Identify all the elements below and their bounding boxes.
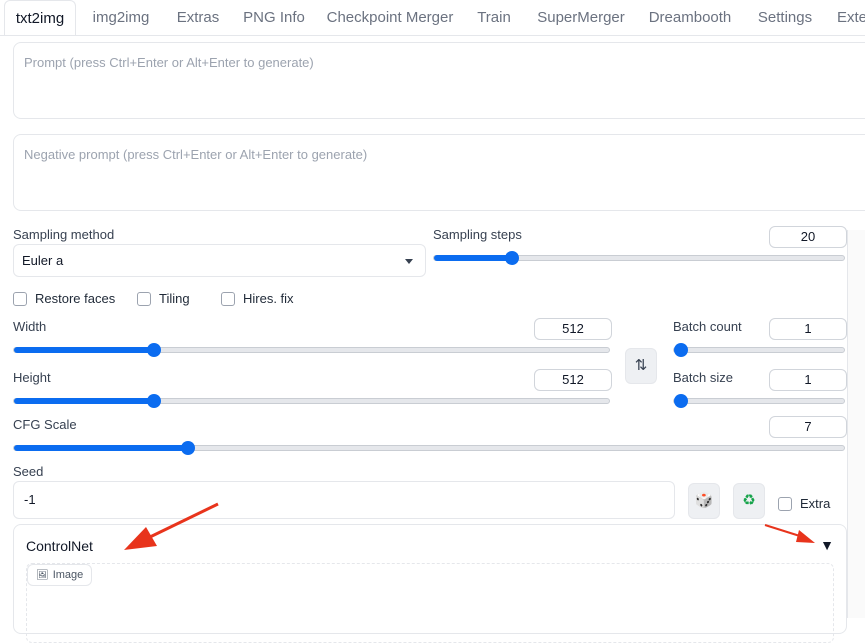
extra-box[interactable] (778, 497, 792, 511)
tab-supermerger[interactable]: SuperMerger (532, 0, 630, 35)
prompt-input[interactable]: Prompt (press Ctrl+Enter or Alt+Enter to… (13, 42, 865, 119)
sampling-method-select[interactable]: Euler a (13, 244, 426, 277)
batch-size-number[interactable]: 1 (769, 369, 847, 391)
image-icon: 🖼 (36, 570, 49, 581)
sampling-method-value: Euler a (22, 253, 64, 268)
batch-count-label: Batch count (673, 319, 742, 334)
random-seed-button[interactable]: 🎲 (688, 483, 720, 519)
tab-txt2img[interactable]: txt2img (4, 0, 76, 35)
width-handle[interactable] (146, 343, 161, 357)
restore-faces-label: Restore faces (35, 291, 116, 306)
width-number[interactable]: 512 (534, 318, 612, 340)
negative-prompt-placeholder: Negative prompt (press Ctrl+Enter or Alt… (24, 147, 368, 162)
width-fill (14, 347, 154, 353)
hires-fix-box[interactable] (221, 292, 235, 306)
cfg-scale-slider[interactable] (13, 441, 845, 455)
swap-dimensions-button[interactable]: ⇅ (625, 348, 657, 384)
seed-input[interactable]: -1 (13, 481, 675, 519)
sampling-steps-slider[interactable] (433, 251, 845, 265)
tiling-box[interactable] (137, 292, 151, 306)
cfg-scale-fill (14, 445, 189, 451)
controlnet-title[interactable]: ControlNet (26, 538, 93, 554)
image-chip: 🖼 Image (27, 564, 93, 586)
tab-bar: txt2img img2img Extras PNG Info Checkpoi… (0, 0, 865, 36)
tiling-label: Tiling (159, 291, 190, 306)
cfg-scale-handle[interactable] (181, 441, 196, 455)
tab-settings[interactable]: Settings (752, 0, 818, 35)
restore-faces-box[interactable] (13, 292, 27, 306)
sampling-steps-handle[interactable] (504, 251, 519, 265)
seed-label: Seed (13, 464, 44, 479)
sampling-steps-fill (434, 255, 512, 261)
hires-fix-label: Hires. fix (243, 291, 294, 306)
height-handle[interactable] (146, 394, 161, 408)
sampling-method-label: Sampling method (13, 227, 115, 242)
right-panel-edge (847, 230, 865, 618)
swap-dimensions-icon: ⇅ (634, 357, 648, 374)
batch-size-slider[interactable] (673, 394, 845, 408)
image-chip-label: Image (52, 569, 84, 581)
tab-train[interactable]: Train (470, 0, 518, 35)
chevron-down-icon (405, 259, 413, 264)
extra-checkbox[interactable]: Extra (778, 496, 830, 511)
tab-extras[interactable]: Extras (167, 0, 229, 35)
image-drop-area[interactable]: 🖼 Image (26, 563, 834, 643)
tiling-checkbox[interactable]: Tiling (137, 291, 190, 306)
tab-png-info[interactable]: PNG Info (238, 0, 310, 35)
height-number[interactable]: 512 (534, 369, 612, 391)
width-label: Width (13, 319, 47, 334)
prompt-placeholder: Prompt (press Ctrl+Enter or Alt+Enter to… (24, 55, 314, 70)
dice-icon: 🎲 (694, 492, 714, 509)
hires-fix-checkbox[interactable]: Hires. fix (221, 291, 294, 306)
tab-checkpoint-merger[interactable]: Checkpoint Merger (322, 0, 458, 35)
restore-faces-checkbox[interactable]: Restore faces (13, 291, 115, 306)
batch-size-handle[interactable] (674, 394, 688, 408)
expand-toggle-icon[interactable]: ▼ (820, 537, 834, 553)
extra-label: Extra (800, 496, 831, 511)
tab-dreambooth[interactable]: Dreambooth (642, 0, 738, 35)
reuse-seed-button[interactable]: ♻ (733, 483, 765, 519)
sampling-steps-number[interactable]: 20 (769, 226, 847, 248)
negative-prompt-input[interactable]: Negative prompt (press Ctrl+Enter or Alt… (13, 134, 865, 211)
sampling-steps-label: Sampling steps (433, 227, 522, 242)
batch-count-handle[interactable] (674, 343, 688, 357)
batch-size-label: Batch size (673, 370, 733, 385)
height-slider[interactable] (13, 394, 610, 408)
tab-extensions[interactable]: Exte (832, 0, 865, 35)
height-fill (14, 398, 154, 404)
cfg-scale-label: CFG Scale (13, 417, 77, 432)
recycle-icon: ♻ (742, 492, 756, 509)
height-label: Height (13, 370, 51, 385)
width-slider[interactable] (13, 343, 610, 357)
batch-count-number[interactable]: 1 (769, 318, 847, 340)
cfg-scale-number[interactable]: 7 (769, 416, 847, 438)
tab-img2img[interactable]: img2img (85, 0, 157, 35)
batch-count-slider[interactable] (673, 343, 845, 357)
